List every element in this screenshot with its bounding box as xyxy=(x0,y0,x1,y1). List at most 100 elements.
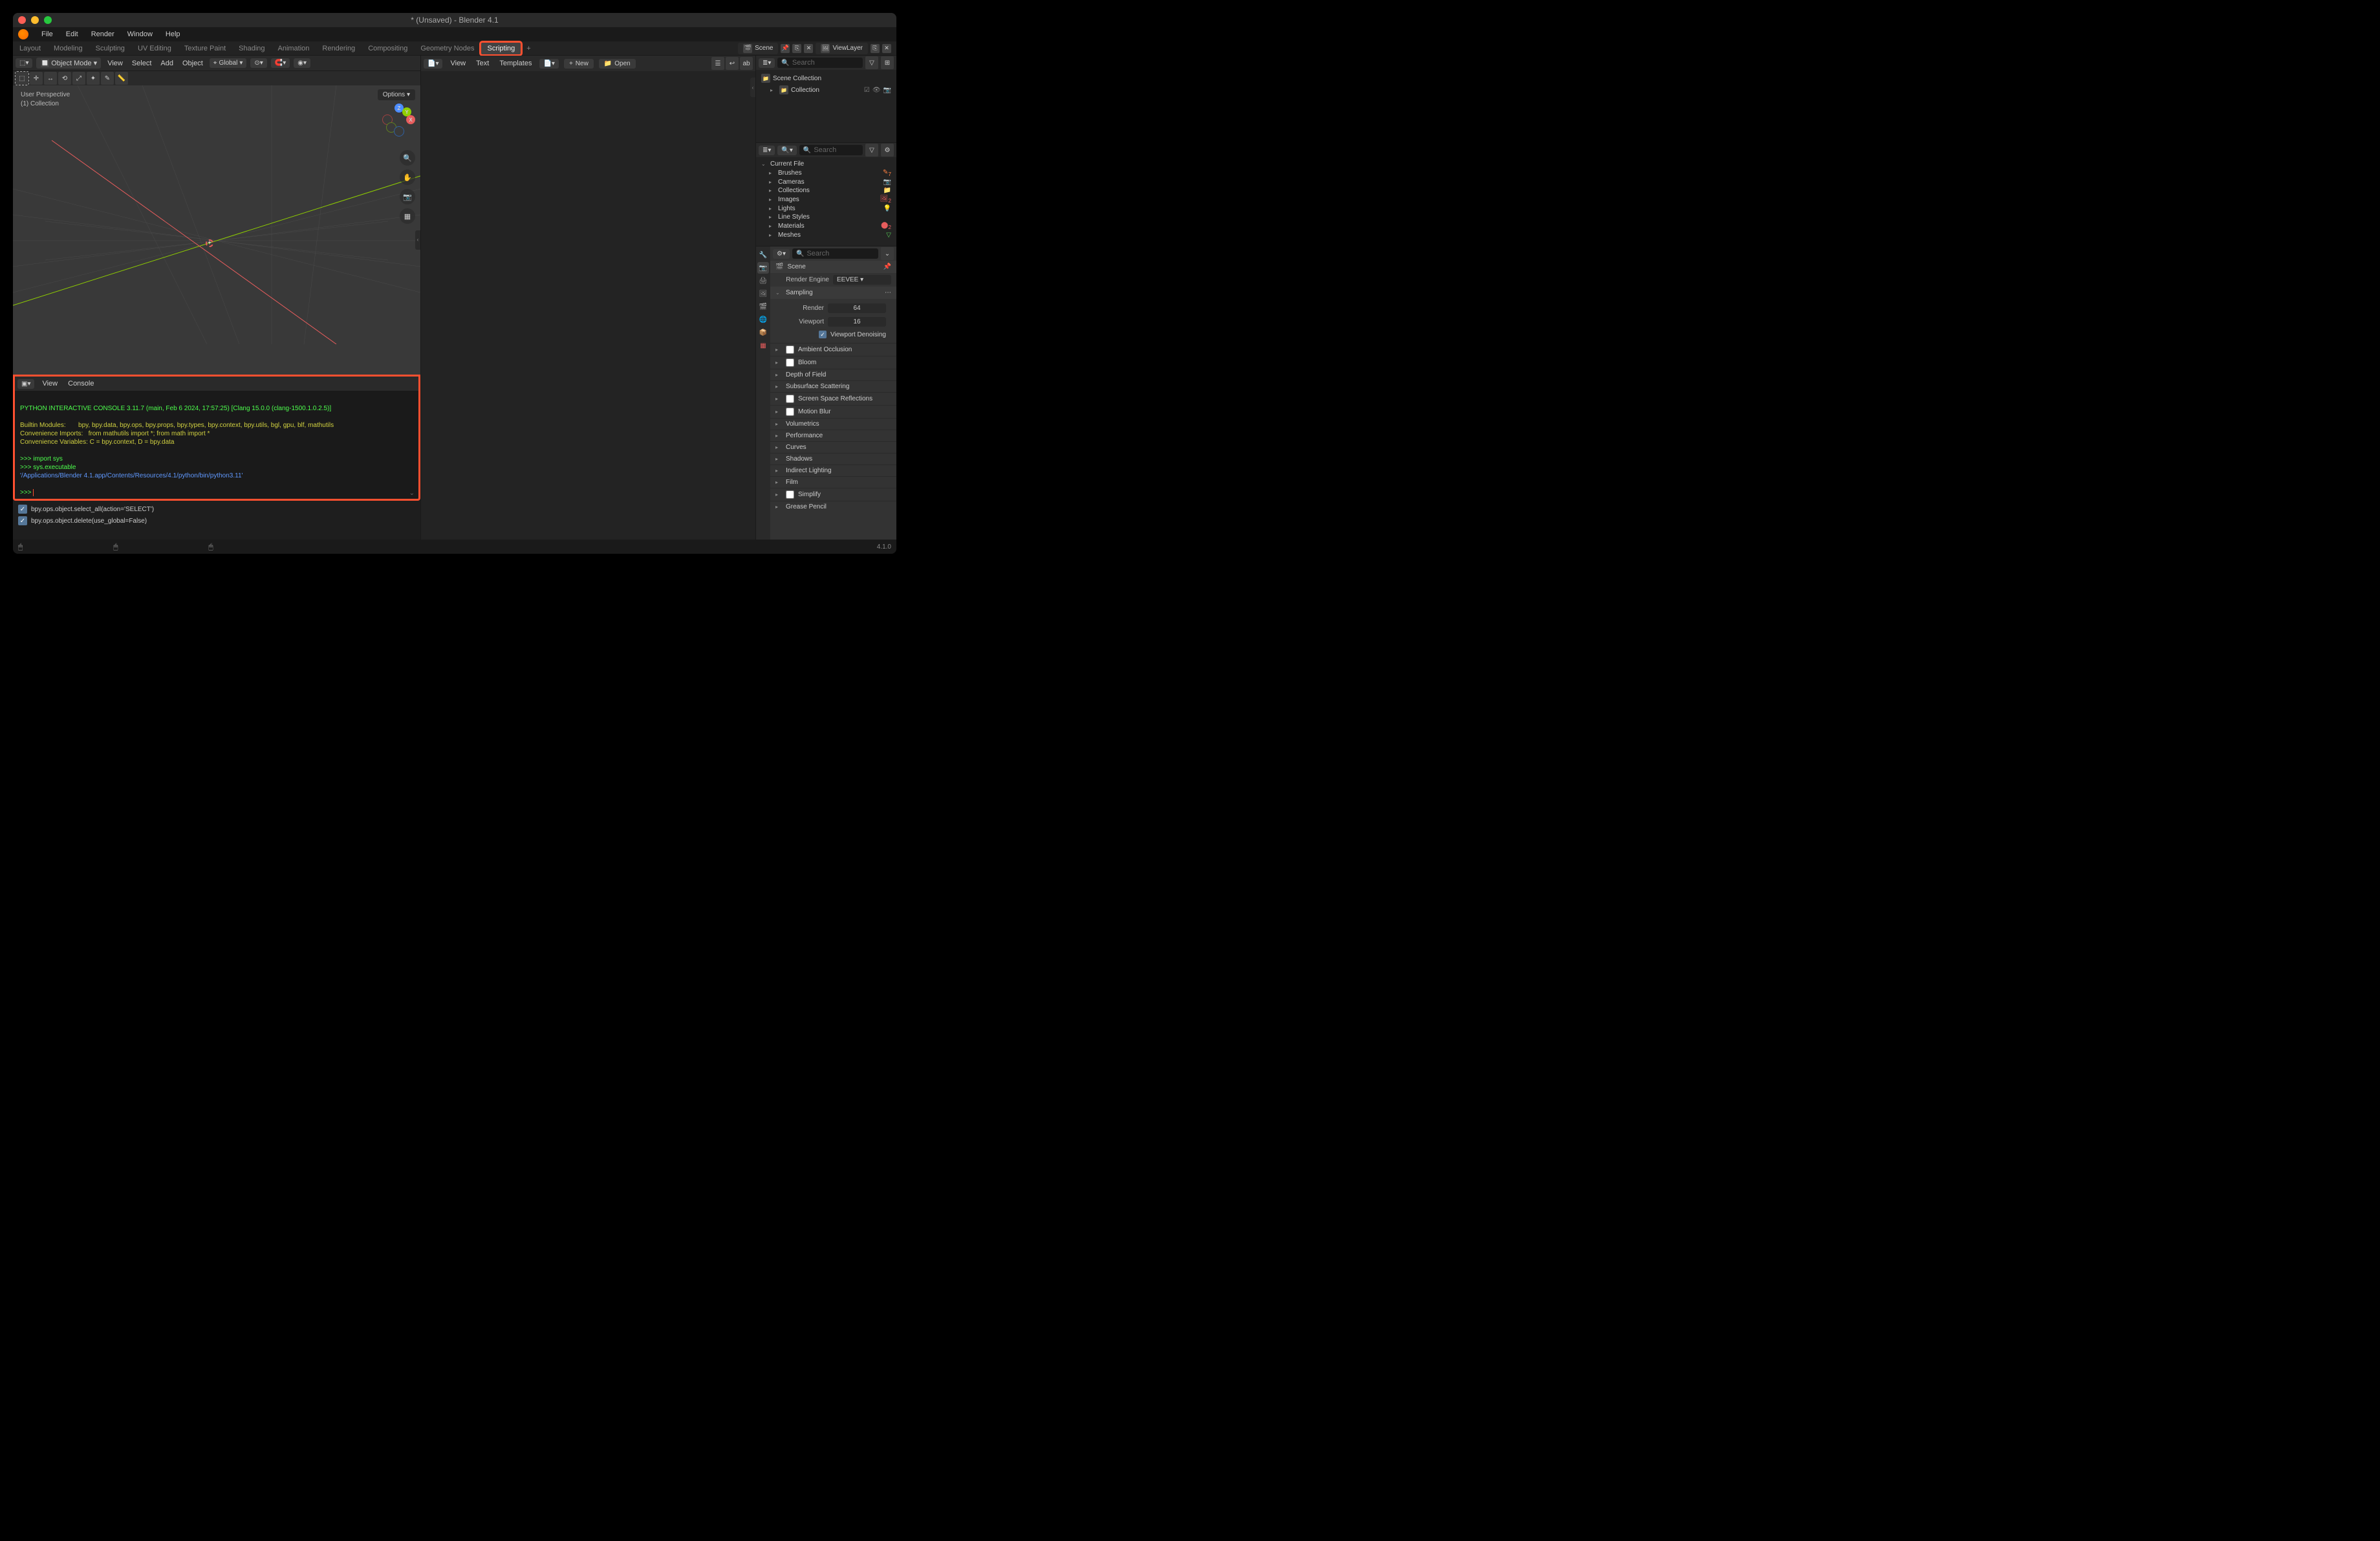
annotate-tool[interactable]: ✎ xyxy=(101,72,114,85)
panel-curves[interactable]: ▸Curves xyxy=(770,441,896,453)
navigation-gizmo[interactable]: Z Y X xyxy=(383,104,415,136)
library-category-cameras[interactable]: ▸Cameras📷 xyxy=(759,178,894,186)
console-prompt[interactable]: >>> xyxy=(20,488,413,497)
library-search-input[interactable]: 🔍 Search xyxy=(799,145,863,155)
menu-file[interactable]: File xyxy=(39,29,56,39)
outliner-collection[interactable]: ▸ 📁 Collection ☑ 👁 📷 xyxy=(759,84,894,96)
workspace-tab-animation[interactable]: Animation xyxy=(272,42,316,55)
workspace-tab-uv-editing[interactable]: UV Editing xyxy=(131,42,178,55)
workspace-tab-compositing[interactable]: Compositing xyxy=(362,42,414,55)
console-body[interactable]: PYTHON INTERACTIVE CONSOLE 3.11.7 (main,… xyxy=(15,391,418,499)
render-samples-input[interactable]: 64 xyxy=(828,303,886,313)
text-menu-view[interactable]: View xyxy=(448,58,468,69)
workspace-tab-geometry-nodes[interactable]: Geometry Nodes xyxy=(414,42,481,55)
text-sidebar-toggle[interactable]: ‹ xyxy=(750,78,755,97)
props-options-button[interactable]: ⌄ xyxy=(881,247,894,260)
scene-selector[interactable]: 🎬 Scene xyxy=(738,43,778,54)
cursor-tool[interactable]: ✛ xyxy=(30,72,43,85)
props-tab-collection[interactable]: 📦 xyxy=(757,327,769,338)
3d-viewport[interactable]: User Perspective (1) Collection Options … xyxy=(13,85,420,375)
select-box-tool[interactable]: ⬚ xyxy=(16,72,28,85)
library-filter-dropdown[interactable]: 🔍▾ xyxy=(777,146,796,155)
panel-film[interactable]: ▸Film xyxy=(770,476,896,488)
word-wrap-toggle[interactable]: ↩ xyxy=(726,57,739,70)
library-category-materials[interactable]: ▸Materials⬤2 xyxy=(759,221,894,231)
outliner-search-input[interactable]: 🔍 Search xyxy=(777,58,863,68)
library-current-file[interactable]: ⌄ Current File xyxy=(759,160,894,168)
camera-view-icon[interactable]: 📷 xyxy=(400,189,415,204)
text-menu-text[interactable]: Text xyxy=(473,58,492,69)
panel-options-icon[interactable]: ⋯ xyxy=(885,289,891,296)
sampling-panel-header[interactable]: ⌄ Sampling ⋯ xyxy=(770,287,896,299)
blender-logo-icon[interactable] xyxy=(18,29,28,39)
text-datablock-dropdown[interactable]: 📄▾ xyxy=(539,59,558,69)
panel-indirect-lighting[interactable]: ▸Indirect Lighting xyxy=(770,464,896,476)
outliner-scene-collection[interactable]: 📁 Scene Collection xyxy=(759,72,894,84)
proportional-edit-toggle[interactable]: ◉▾ xyxy=(294,58,310,68)
panel-motion-blur[interactable]: ▸Motion Blur xyxy=(770,405,896,418)
ssr-checkbox[interactable] xyxy=(786,395,794,403)
render-engine-dropdown[interactable]: EEVEE ▾ xyxy=(833,275,891,285)
pin-icon[interactable]: 📌 xyxy=(883,263,891,270)
outliner-editor-type-dropdown[interactable]: ≣▾ xyxy=(759,58,775,68)
simplify-checkbox[interactable] xyxy=(786,490,794,499)
pan-tool-icon[interactable]: ✋ xyxy=(400,169,415,185)
library-filter-button[interactable]: ▽ xyxy=(865,144,878,157)
text-menu-templates[interactable]: Templates xyxy=(497,58,534,69)
open-text-button[interactable]: 📁 Open xyxy=(599,59,636,69)
workspace-tab-rendering[interactable]: Rendering xyxy=(316,42,362,55)
menu-edit[interactable]: Edit xyxy=(63,29,81,39)
ao-checkbox[interactable] xyxy=(786,345,794,354)
viewport-options-dropdown[interactable]: Options ▾ xyxy=(378,89,415,100)
viewport-denoising-checkbox[interactable]: ✓ xyxy=(819,331,827,338)
transform-tool[interactable]: ✦ xyxy=(87,72,100,85)
exclude-checkbox[interactable]: ☑ xyxy=(864,87,870,94)
delete-viewlayer-icon[interactable]: ✕ xyxy=(882,44,891,53)
new-text-button[interactable]: + New xyxy=(564,59,594,69)
gizmo-x-axis[interactable]: X xyxy=(406,115,415,124)
props-tab-output[interactable]: 🖨 xyxy=(757,275,769,287)
menu-help[interactable]: Help xyxy=(163,29,183,39)
panel-depth-of-field[interactable]: ▸Depth of Field xyxy=(770,369,896,380)
library-display-mode-dropdown[interactable]: ≣▾ xyxy=(759,146,775,155)
viewlayer-selector[interactable]: 🖼 ViewLayer xyxy=(816,43,868,54)
new-viewlayer-icon[interactable]: ⎘ xyxy=(871,44,880,53)
workspace-tab-shading[interactable]: Shading xyxy=(232,42,271,55)
text-editor-body[interactable]: ‹ xyxy=(421,71,755,540)
console-editor-type-dropdown[interactable]: ▣▾ xyxy=(17,379,34,389)
viewport-menu-select[interactable]: Select xyxy=(129,58,155,69)
viewport-menu-view[interactable]: View xyxy=(105,58,125,69)
rotate-tool[interactable]: ⟲ xyxy=(58,72,71,85)
console-menu-console[interactable]: Console xyxy=(65,378,96,389)
props-tab-viewlayer[interactable]: 🖼 xyxy=(757,288,769,300)
panel-ambient-occlusion[interactable]: ▸Ambient Occlusion xyxy=(770,343,896,356)
props-tab-scene[interactable]: 🎬 xyxy=(757,301,769,312)
measure-tool[interactable]: 📏 xyxy=(115,72,128,85)
minimize-window-button[interactable] xyxy=(31,16,39,24)
render-toggle-icon[interactable]: 📷 xyxy=(883,87,891,94)
perspective-toggle-icon[interactable]: ▦ xyxy=(400,208,415,224)
outliner-filter-button[interactable]: ▽ xyxy=(865,56,878,69)
scene-breadcrumb[interactable]: 🎬 Scene 📌 xyxy=(770,261,896,273)
bloom-checkbox[interactable] xyxy=(786,358,794,367)
viewport-menu-add[interactable]: Add xyxy=(158,58,176,69)
library-category-collections[interactable]: ▸Collections📁 xyxy=(759,186,894,195)
close-window-button[interactable] xyxy=(18,16,26,24)
snap-toggle[interactable]: 🧲▾ xyxy=(271,58,290,68)
library-category-meshes[interactable]: ▸Meshes▽ xyxy=(759,231,894,239)
panel-volumetrics[interactable]: ▸Volumetrics xyxy=(770,418,896,430)
library-options-button[interactable]: ⚙ xyxy=(881,144,894,157)
menu-window[interactable]: Window xyxy=(125,29,155,39)
workspace-tab-sculpting[interactable]: Sculpting xyxy=(89,42,131,55)
panel-performance[interactable]: ▸Performance xyxy=(770,430,896,441)
workspace-tab-layout[interactable]: Layout xyxy=(13,42,47,55)
props-tab-world[interactable]: 🌐 xyxy=(757,314,769,325)
mode-dropdown[interactable]: 🔲 Object Mode ▾ xyxy=(36,58,101,69)
props-tab-tool[interactable]: 🔧 xyxy=(757,249,769,261)
move-tool[interactable]: ↔ xyxy=(44,72,57,85)
workspace-tab-scripting[interactable]: Scripting xyxy=(481,42,521,55)
text-editor-type-dropdown[interactable]: 📄▾ xyxy=(424,59,442,69)
props-search-input[interactable]: 🔍 Search xyxy=(792,248,878,259)
props-editor-type-dropdown[interactable]: ⚙▾ xyxy=(773,249,790,259)
props-tab-render[interactable]: 📷 xyxy=(757,262,769,274)
